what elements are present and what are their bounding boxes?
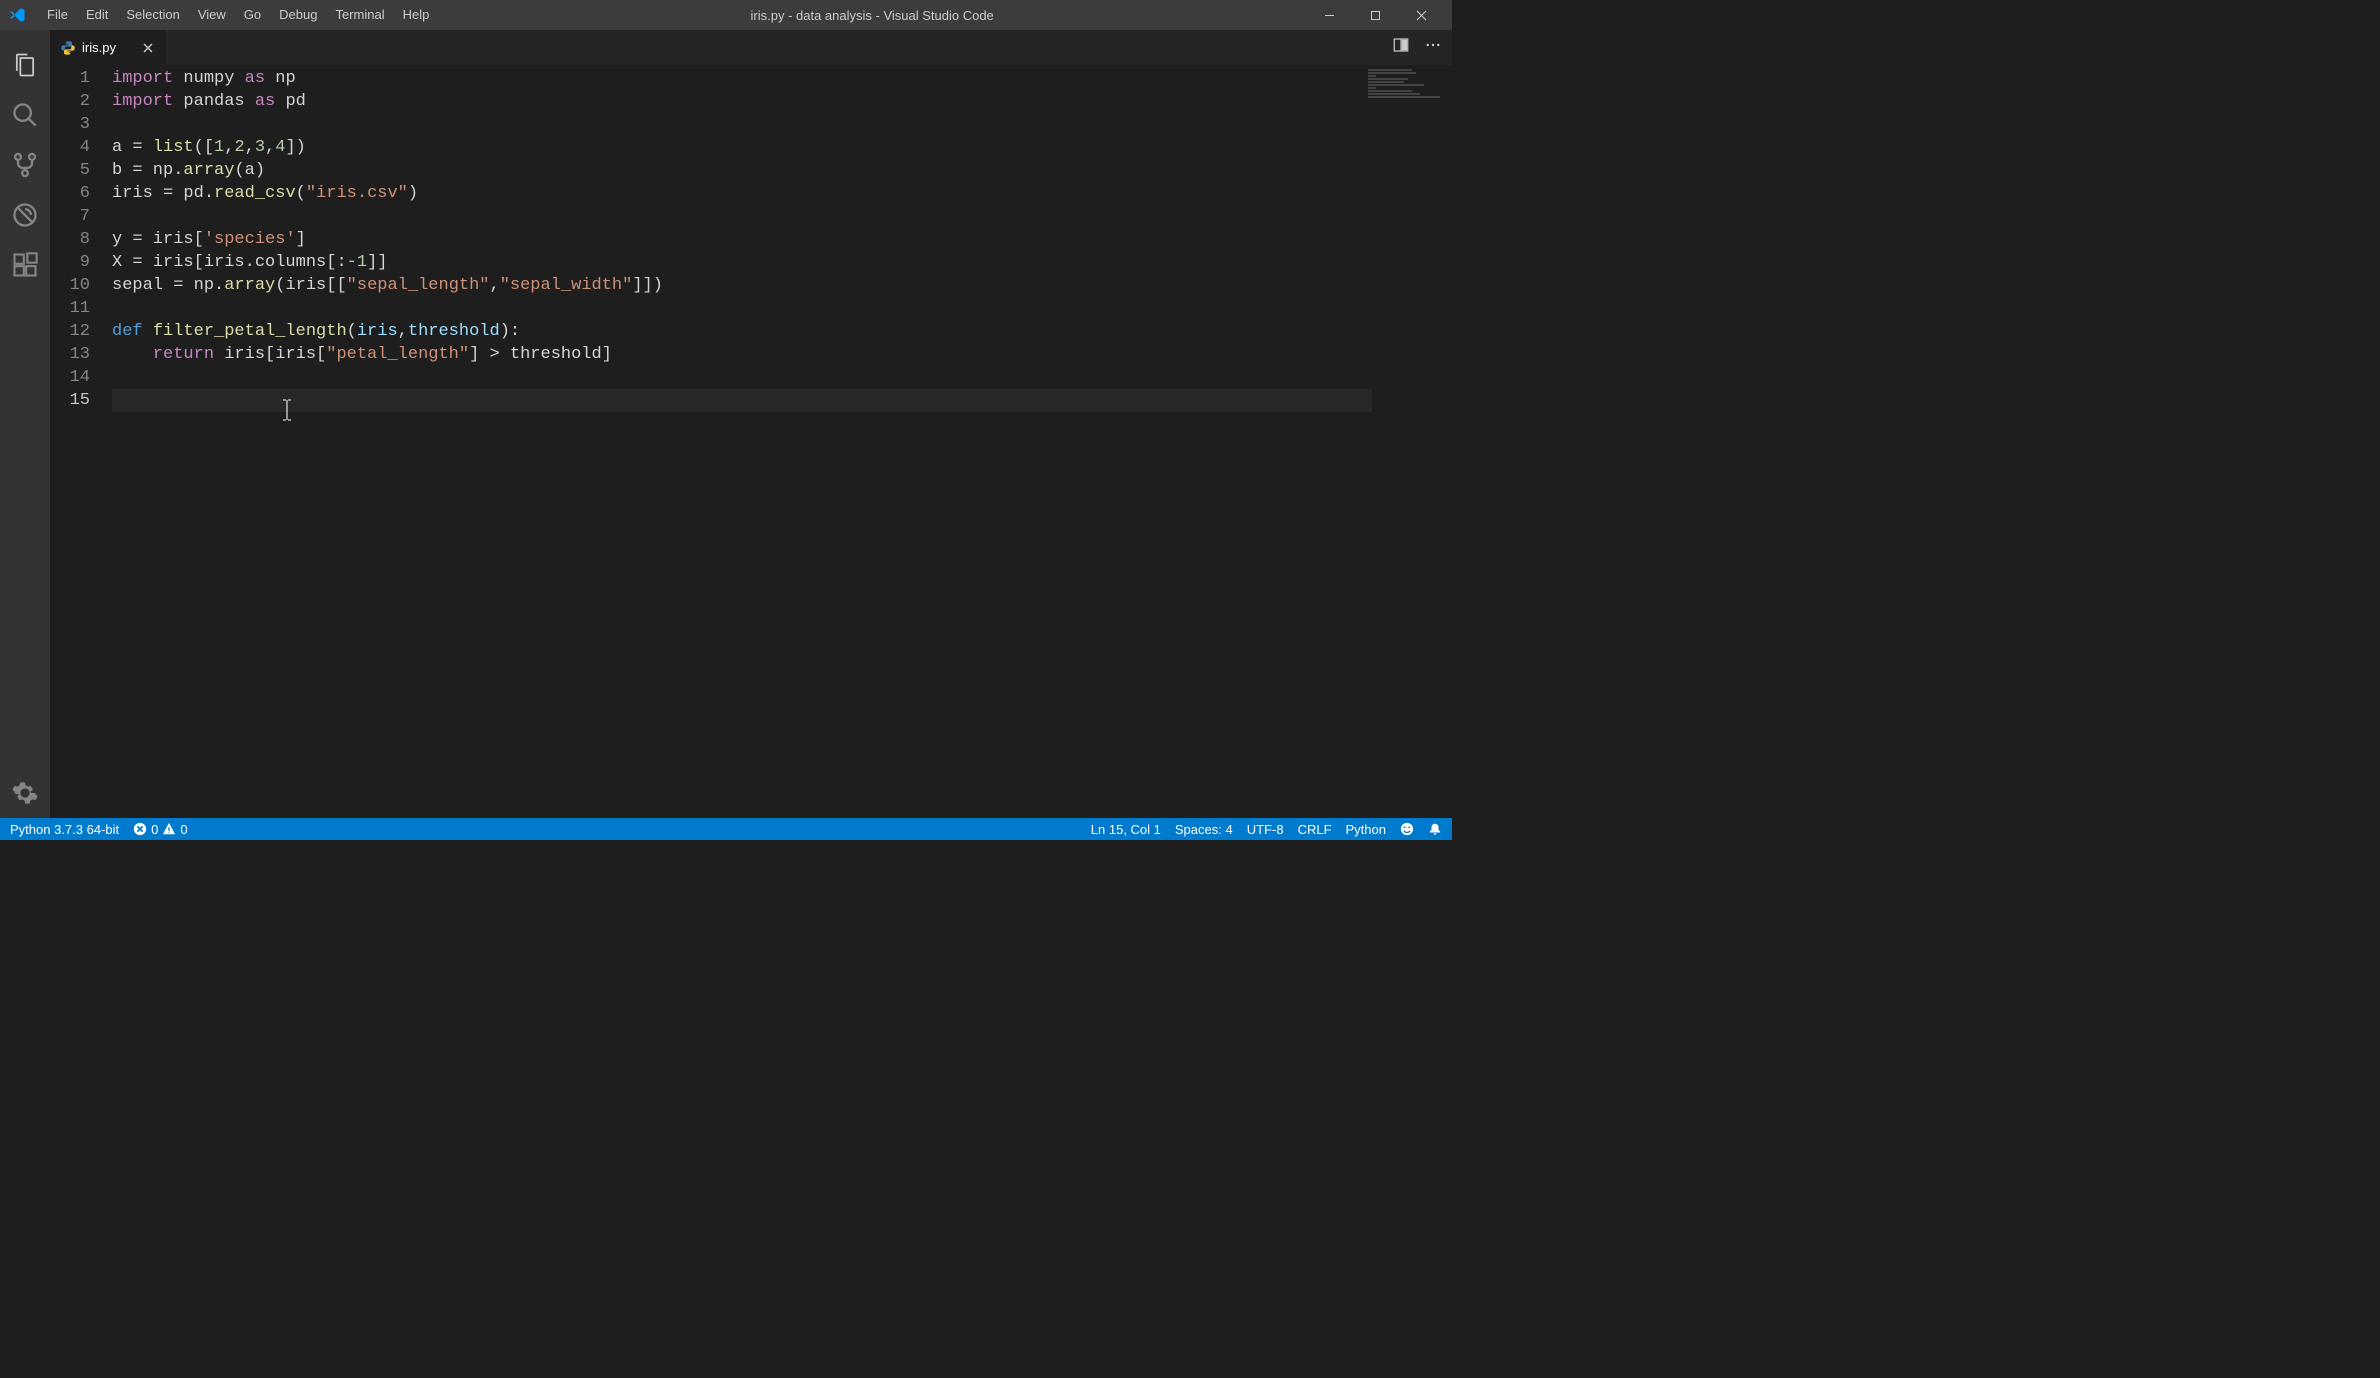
settings-gear-icon[interactable] (0, 768, 50, 818)
menu-terminal[interactable]: Terminal (326, 0, 393, 30)
split-editor-icon[interactable] (1392, 36, 1410, 59)
smiley-icon (1400, 822, 1414, 836)
menu-view[interactable]: View (189, 0, 235, 30)
maximize-button[interactable] (1352, 0, 1398, 30)
activity-bar (0, 30, 50, 818)
status-cursor-position[interactable]: Ln 15, Col 1 (1091, 822, 1161, 837)
status-bar: Python 3.7.3 64-bit 0 0 Ln 15, Col 1 Spa… (0, 818, 1452, 840)
status-language-mode[interactable]: Python (1346, 822, 1386, 837)
python-file-icon (60, 40, 76, 56)
menu-go[interactable]: Go (235, 0, 270, 30)
tab-iris-py[interactable]: iris.py (50, 30, 167, 65)
editor-body[interactable]: 1 2 3 4 5 6 7 8 9 10 11 12 13 14 15 impo… (50, 65, 1452, 818)
tab-close-icon[interactable] (140, 40, 156, 56)
window-title: iris.py - data analysis - Visual Studio … (438, 8, 1306, 23)
source-control-icon[interactable] (0, 140, 50, 190)
main-area: iris.py 1 2 3 4 5 (0, 30, 1452, 818)
menu-help[interactable]: Help (394, 0, 439, 30)
warning-icon (162, 822, 176, 836)
extensions-icon[interactable] (0, 240, 50, 290)
menu-edit[interactable]: Edit (77, 0, 117, 30)
minimize-button[interactable] (1306, 0, 1352, 30)
menu-file[interactable]: File (38, 0, 77, 30)
search-icon[interactable] (0, 90, 50, 140)
line-gutter: 1 2 3 4 5 6 7 8 9 10 11 12 13 14 15 (50, 65, 112, 818)
status-python-interpreter[interactable]: Python 3.7.3 64-bit (10, 822, 119, 837)
status-notifications-icon[interactable] (1428, 822, 1442, 836)
error-icon (133, 822, 147, 836)
status-feedback-icon[interactable] (1400, 822, 1414, 836)
bell-icon (1428, 822, 1442, 836)
menu-debug[interactable]: Debug (270, 0, 326, 30)
more-actions-icon[interactable] (1424, 36, 1442, 59)
explorer-icon[interactable] (0, 40, 50, 90)
status-indentation[interactable]: Spaces: 4 (1175, 822, 1233, 837)
debug-icon[interactable] (0, 190, 50, 240)
code-content[interactable]: import numpy as np import pandas as pd a… (112, 65, 1452, 818)
status-problems[interactable]: 0 0 (133, 822, 187, 837)
editor-area: iris.py 1 2 3 4 5 (50, 30, 1452, 818)
window-controls (1306, 0, 1444, 30)
status-eol[interactable]: CRLF (1298, 822, 1332, 837)
title-bar: File Edit Selection View Go Debug Termin… (0, 0, 1452, 30)
tabs-row: iris.py (50, 30, 1452, 65)
menu-bar: File Edit Selection View Go Debug Termin… (38, 0, 438, 30)
editor-actions (1392, 30, 1452, 65)
status-encoding[interactable]: UTF-8 (1247, 822, 1284, 837)
tab-label: iris.py (82, 40, 116, 55)
vscode-logo-icon (8, 6, 26, 24)
menu-selection[interactable]: Selection (117, 0, 188, 30)
close-button[interactable] (1398, 0, 1444, 30)
